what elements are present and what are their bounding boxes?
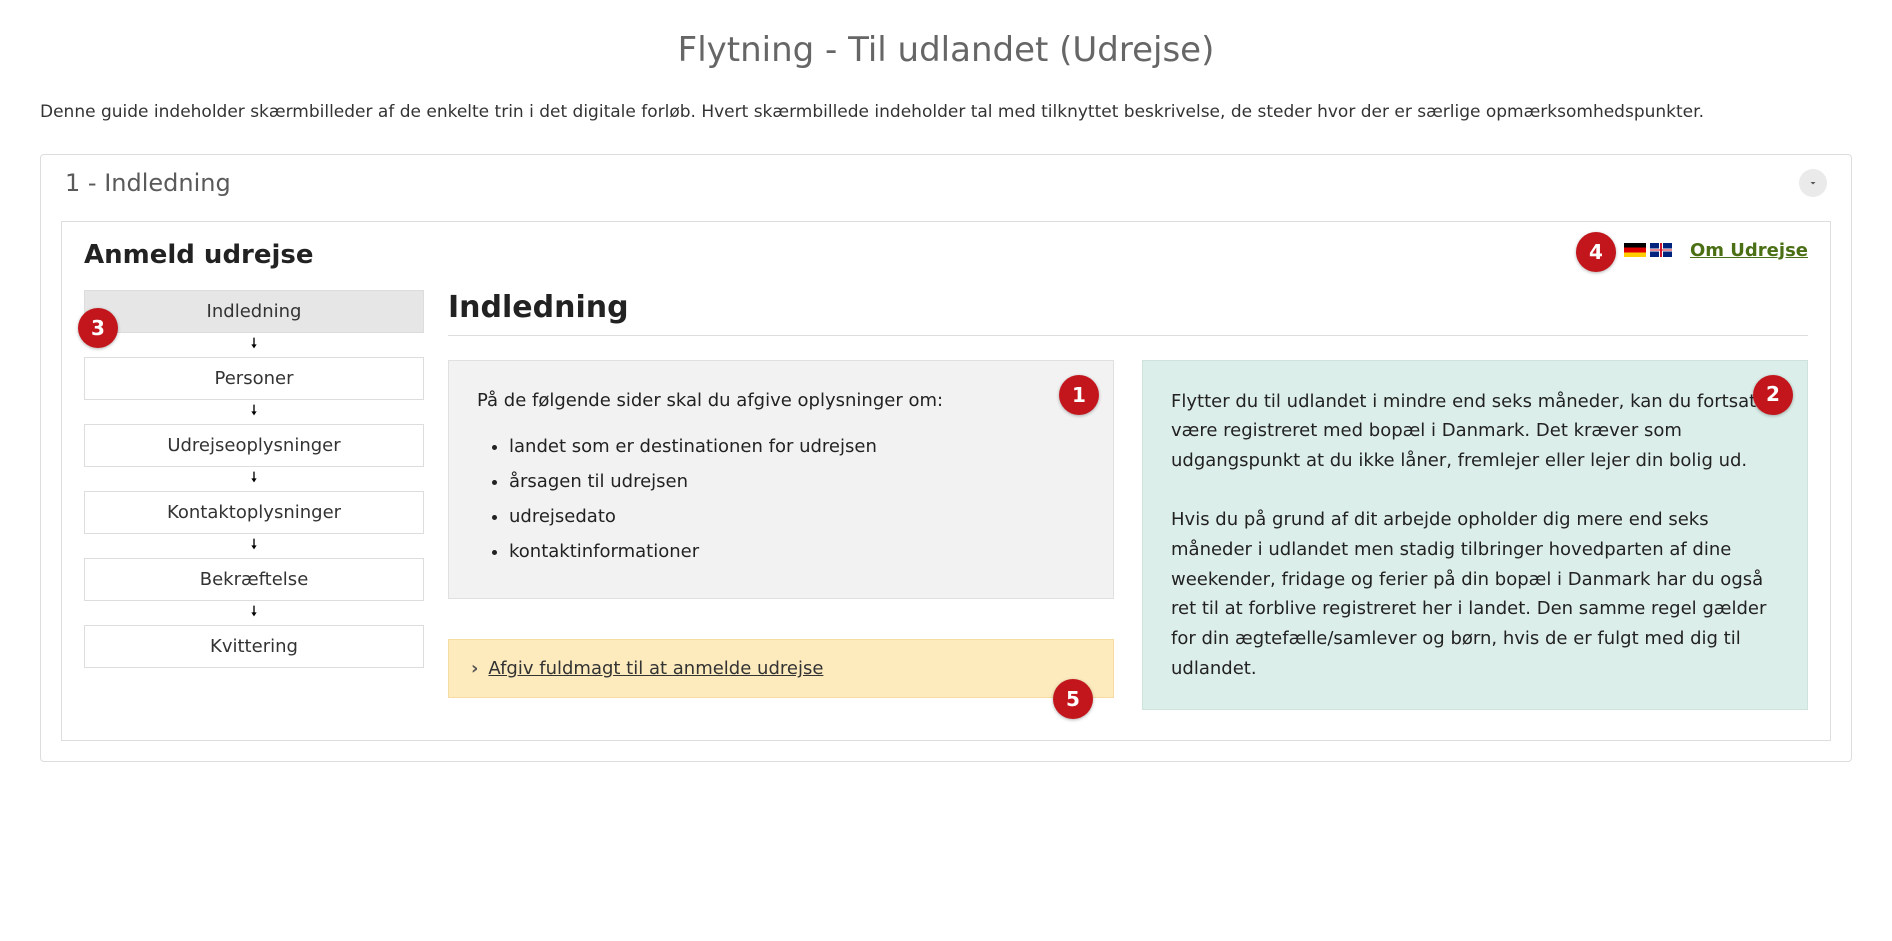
flag-de-icon[interactable] — [1624, 243, 1646, 257]
step-item-kvittering[interactable]: Kvittering — [84, 625, 424, 668]
language-flags — [1624, 243, 1672, 257]
screenshot-frame: Anmeld udrejse 4 Om Udrejse 3 Indledning… — [61, 221, 1831, 742]
arrow-down-icon — [84, 534, 424, 558]
inner-topbar: Anmeld udrejse 4 Om Udrejse — [84, 240, 1808, 270]
callout-bubble-3: 3 — [78, 308, 118, 348]
info-intro-text: På de følgende sider skal du afgive oply… — [477, 387, 1085, 416]
step-item-bekraeftelse[interactable]: Bekræftelse — [84, 558, 424, 601]
accordion-panel: 1 - Indledning Anmeld udrejse 4 Om Udrej… — [40, 154, 1852, 763]
info-box-required: 1 På de følgende sider skal du afgive op… — [448, 360, 1114, 600]
chevron-right-icon: › — [471, 658, 478, 679]
proxy-notice-box: › Afgiv fuldmagt til at anmelde udrejse … — [448, 639, 1114, 698]
proxy-link[interactable]: Afgiv fuldmagt til at anmelde udrejse — [488, 658, 823, 679]
info-bullet-list: landet som er destinationen for udrejsen… — [477, 433, 1085, 566]
info-box-rules: 2 Flytter du til udlandet i mindre end s… — [1142, 360, 1808, 711]
callout-bubble-5: 5 — [1053, 679, 1093, 719]
flag-gb-icon[interactable] — [1650, 243, 1672, 257]
callout-bubble-2: 2 — [1753, 375, 1793, 415]
arrow-down-icon — [84, 333, 424, 357]
step-sidebar: 3 Indledning Personer Udrejseoplysninger… — [84, 290, 424, 668]
accordion-header[interactable]: 1 - Indledning — [41, 155, 1851, 211]
arrow-down-icon — [84, 467, 424, 491]
page-title: Flytning - Til udlandet (Udrejse) — [40, 30, 1852, 70]
chevron-down-icon — [1807, 177, 1819, 189]
callout-bubble-4: 4 — [1576, 232, 1616, 272]
topbar-right: 4 Om Udrejse — [1624, 240, 1808, 261]
callout-bubble-1: 1 — [1059, 375, 1099, 415]
step-item-indledning[interactable]: Indledning — [84, 290, 424, 333]
arrow-down-icon — [84, 601, 424, 625]
list-item: landet som er destinationen for udrejsen — [509, 433, 1085, 462]
step-item-udrejseoplysninger[interactable]: Udrejseoplysninger — [84, 424, 424, 467]
about-link[interactable]: Om Udrejse — [1690, 240, 1808, 261]
accordion-title: 1 - Indledning — [65, 169, 231, 197]
main-heading: Indledning — [448, 290, 1808, 336]
list-item: årsagen til udrejsen — [509, 468, 1085, 497]
report-title: Anmeld udrejse — [84, 240, 314, 270]
collapse-button[interactable] — [1799, 169, 1827, 197]
rules-paragraph-2: Hvis du på grund af dit arbejde opholder… — [1171, 505, 1779, 683]
main-content: Indledning 1 På de følgende sider skal d… — [448, 290, 1808, 711]
step-item-personer[interactable]: Personer — [84, 357, 424, 400]
rules-paragraph-1: Flytter du til udlandet i mindre end sek… — [1171, 387, 1779, 476]
list-item: udrejsedato — [509, 503, 1085, 532]
arrow-down-icon — [84, 400, 424, 424]
guide-intro-text: Denne guide indeholder skærmbilleder af … — [40, 100, 1852, 126]
list-item: kontaktinformationer — [509, 538, 1085, 567]
step-item-kontaktoplysninger[interactable]: Kontaktoplysninger — [84, 491, 424, 534]
